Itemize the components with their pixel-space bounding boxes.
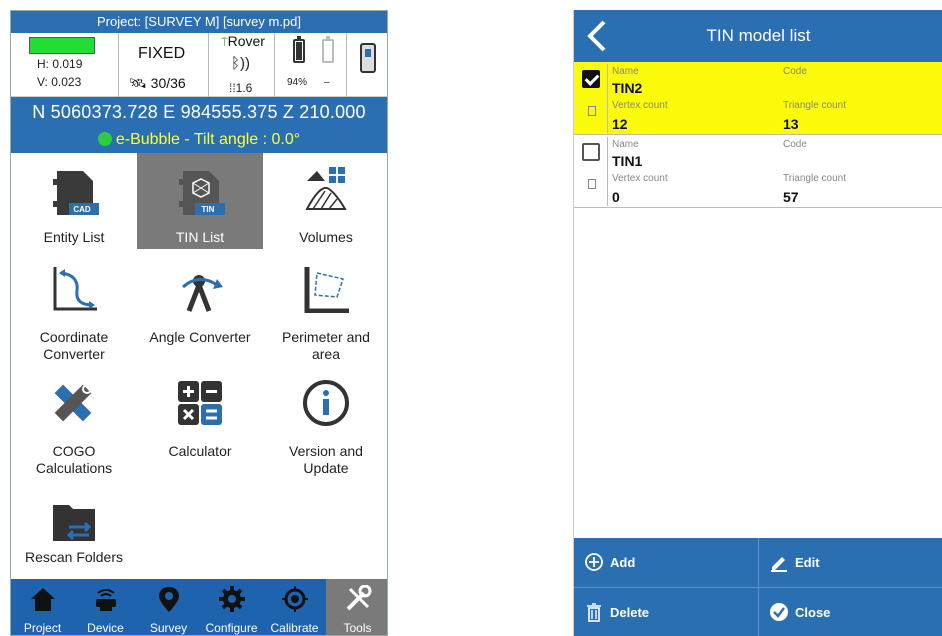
tile-entity-list[interactable]: CAD Entity List [11,153,137,249]
triangle-count: 13 [783,116,799,132]
edit-button[interactable]: Edit [759,538,942,587]
device-icon [96,589,116,611]
right-screen: TIN model list Name TIN2 Code Vertex cou… [573,10,942,636]
tools-icon [346,585,372,611]
nav-project[interactable]: Project [11,579,74,635]
cad-file-icon: CAD [53,171,99,215]
header-bar: TIN model list [574,10,942,62]
bottom-navigation: Project Device Survey Configure Calibrat… [11,579,387,635]
v-precision: V: 0.023 [37,75,82,89]
plus-circle-icon [585,553,603,571]
add-button[interactable]: Add [574,538,758,587]
tile-volumes[interactable]: Volumes [263,153,387,249]
receiver-device-icon[interactable] [360,43,376,73]
battery-cell [275,33,347,97]
action-divider-horizontal [574,587,942,588]
tin-row-tin2[interactable]: Name TIN2 Code Vertex count 12 Triangle … [574,62,942,135]
vertex-count: 0 [612,189,620,205]
rescan-folder-icon [53,505,95,541]
svg-text:TIN: TIN [202,205,215,214]
tools-grid: CAD Entity List TIN TIN List Volumes Coo… [11,153,387,573]
gear-icon [219,586,245,612]
crosshair-icon [282,586,308,612]
tile-perimeter-area[interactable]: Perimeter and area [263,259,387,369]
rover-mode: ⍑Rover [221,33,265,49]
row-checkbox-unchecked[interactable] [582,143,600,161]
location-pin-icon [159,587,179,612]
nav-tools[interactable]: Tools [326,579,387,635]
nav-calibrate[interactable]: Calibrate [263,579,326,635]
left-screen: Project: [SURVEY M] [survey m.pd] H: 0.0… [10,10,388,636]
battery-percent: 94% [287,77,308,88]
nav-survey[interactable]: Survey [137,579,200,635]
check-circle-icon [770,603,788,621]
pdop-value: ⁞⁞1.6 [229,81,253,95]
tile-version-update[interactable]: Version and Update [263,375,387,485]
tin-row-icon [588,179,596,189]
antenna-icon: ⍑ [221,37,228,49]
battery2-icon [322,36,334,63]
tile-tin-list[interactable]: TIN TIN List [137,153,263,249]
row-divider [607,137,608,206]
tile-rescan-folders[interactable]: Rescan Folders [11,489,137,569]
project-title-bar: Project: [SURVEY M] [survey m.pd] [11,11,387,33]
satellite-count: 🛰 30/36 [129,75,186,91]
battery-icon [293,36,305,63]
tile-cogo[interactable]: COGO Calculations [11,375,137,485]
vertex-count: 12 [612,116,628,132]
bubble-status-icon [97,132,112,146]
triangle-count: 57 [783,189,799,205]
coordinates-bar: N 5060373.728 E 984555.375 Z 210.000 [11,97,387,127]
battery2-percent: – [324,77,330,88]
perimeter-area-icon [304,267,349,313]
coordinate-converter-icon [53,267,97,311]
close-button[interactable]: Close [759,588,942,636]
svg-text:CAD: CAD [73,205,91,214]
pdop-icon: ⁞⁞ [229,81,236,95]
angle-converter-icon [182,275,223,312]
fix-status: FIXED [138,45,186,62]
tin-file-icon: TIN [179,171,225,215]
tin-row-tin1[interactable]: Name TIN1 Code Vertex count 0 Triangle c… [574,135,942,208]
trash-icon [587,603,601,622]
row-divider [607,64,608,133]
row-checkbox-checked[interactable] [582,70,600,88]
cogo-icon [54,384,92,422]
nav-configure[interactable]: Configure [200,579,263,635]
info-icon [303,380,349,426]
h-precision: H: 0.019 [37,57,83,71]
pencil-icon [771,557,787,572]
tin-name: TIN2 [612,80,643,96]
tile-coordinate-converter[interactable]: Coordinate Converter [11,259,137,369]
action-bar: Add Edit Delete Close [574,538,942,636]
delete-button[interactable]: Delete [574,588,758,636]
tin-row-icon [588,106,596,116]
satellite-icon: 🛰 [129,75,147,91]
precision-cell: H: 0.019 V: 0.023 [11,33,119,97]
bluetooth-icon: ᛒ)) [231,55,250,72]
volumes-icon [305,167,347,210]
ebubble-bar: e-Bubble - Tilt angle : 0.0° [11,127,387,153]
calculator-icon [178,381,222,425]
page-title: TIN model list [706,26,811,45]
tin-name: TIN1 [612,153,643,169]
home-icon [31,588,55,611]
status-panel[interactable]: H: 0.019 V: 0.023 FIXED 🛰 30/36 ⍑Rover ᛒ… [11,33,387,97]
fix-quality-bar [29,37,95,54]
tile-calculator[interactable]: Calculator [137,375,263,485]
tile-angle-converter[interactable]: Angle Converter [137,259,263,369]
nav-device[interactable]: Device [74,579,137,635]
